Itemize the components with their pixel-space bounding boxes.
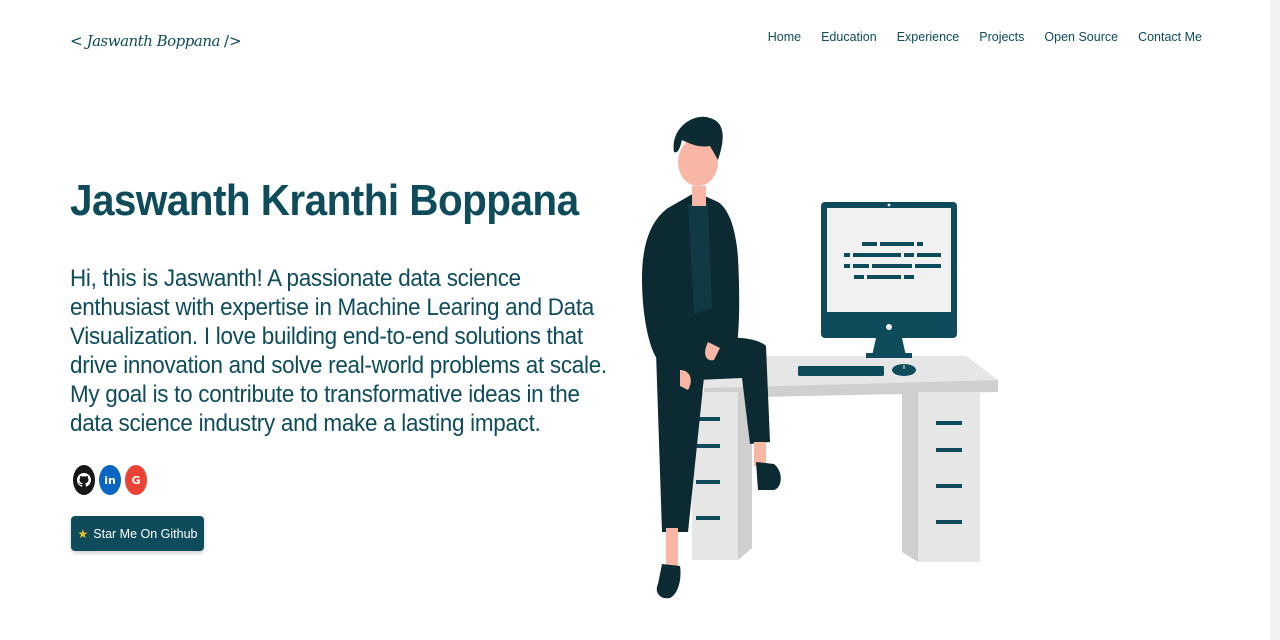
linkedin-glyph: in <box>104 473 116 487</box>
person-front-ankle <box>666 528 678 568</box>
social-links: in G <box>73 465 147 495</box>
logo-close-bracket: /> <box>223 32 242 50</box>
drawer-handle <box>936 520 962 524</box>
nav-education[interactable]: Education <box>821 30 877 44</box>
developer-at-desk-illustration <box>642 116 998 599</box>
google-glyph: G <box>131 473 141 487</box>
page-scrollbar[interactable] <box>1270 0 1280 640</box>
nav-open-source[interactable]: Open Source <box>1044 30 1118 44</box>
google-icon[interactable]: G <box>125 465 147 495</box>
star-on-github-button[interactable]: ★ Star Me On Github <box>71 516 204 551</box>
nav-projects[interactable]: Projects <box>979 30 1024 44</box>
drawer-handle <box>936 448 962 452</box>
desk-right-drawers-side <box>902 392 918 562</box>
logo-signature: Jaswanth Boppana <box>86 32 221 50</box>
site-logo[interactable]: < Jaswanth Boppana /> <box>70 18 242 64</box>
drawer-handle <box>696 480 720 484</box>
desk-right-drawers <box>918 392 980 562</box>
hero-intro: Hi, this is Jaswanth! A passionate data … <box>70 265 607 437</box>
monitor-screen <box>827 208 951 312</box>
monitor-power-dot <box>886 324 892 330</box>
person-neck <box>692 186 706 206</box>
monitor-camera <box>887 203 891 207</box>
star-button-label: Star Me On Github <box>93 526 198 541</box>
person-back-shoe <box>756 462 781 490</box>
drawer-handle <box>936 484 962 488</box>
nav-home[interactable]: Home <box>768 30 801 44</box>
person-back-ankle <box>754 442 766 466</box>
nav-contact-me[interactable]: Contact Me <box>1138 30 1202 44</box>
nav-experience[interactable]: Experience <box>897 30 960 44</box>
github-icon[interactable] <box>73 465 95 495</box>
person-front-shoe <box>656 564 681 599</box>
star-icon: ★ <box>77 526 89 541</box>
hero-title: Jaswanth Kranthi Boppana <box>70 176 579 225</box>
github-glyph <box>77 473 91 487</box>
logo-open-bracket: < <box>70 32 83 50</box>
keyboard <box>798 366 884 376</box>
main-nav: Home Education Experience Projects Open … <box>768 30 1202 44</box>
drawer-handle <box>696 516 720 520</box>
monitor-base <box>866 353 912 358</box>
linkedin-icon[interactable]: in <box>99 465 121 495</box>
drawer-handle <box>936 421 962 425</box>
drawer-handle <box>696 444 720 448</box>
